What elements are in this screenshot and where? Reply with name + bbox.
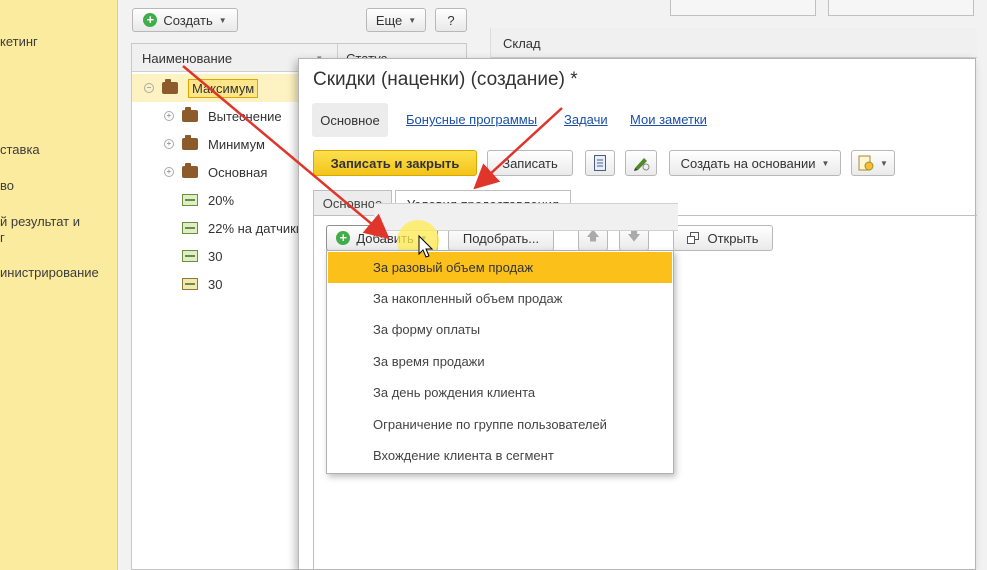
expand-icon[interactable]: + — [164, 139, 174, 149]
save-and-close-button[interactable]: Записать и закрыть — [313, 150, 477, 176]
sidebar-item-financial-result-line2[interactable]: г — [0, 230, 118, 246]
menu-item-one-time-volume[interactable]: За разовый объем продаж — [328, 252, 672, 283]
plus-icon: + — [336, 231, 351, 245]
document-list-button[interactable] — [585, 150, 615, 176]
sidebar-item-marketing[interactable]: кетинг — [0, 34, 118, 50]
menu-item-user-group-limit[interactable]: Ограничение по группе пользователей — [328, 409, 672, 440]
tab-main[interactable]: Основное — [312, 103, 388, 137]
chevron-down-icon: ▼ — [821, 158, 830, 168]
open-window-icon — [687, 232, 700, 244]
sidebar-item-administration[interactable]: инистрирование — [0, 265, 118, 281]
dialog-title: Скидки (наценки) (создание) * — [313, 69, 578, 90]
add-condition-menu: За разовый объем продаж За накопленный о… — [326, 250, 674, 474]
top-toolbar-button[interactable] — [828, 0, 974, 16]
row-label: Минимум — [208, 136, 265, 152]
sidebar-item-production[interactable]: во — [0, 178, 118, 194]
expand-icon[interactable]: + — [164, 111, 174, 121]
print-menu-button[interactable]: ▼ — [851, 150, 895, 176]
chevron-down-icon: ▼ — [218, 15, 227, 25]
create-button[interactable]: + Создать ▼ — [132, 8, 238, 32]
tab-tasks[interactable]: Задачи — [564, 112, 608, 127]
row-label: 30 — [208, 248, 223, 264]
edit-document-button[interactable] — [625, 150, 657, 176]
row-label: 30 — [208, 276, 223, 292]
row-label: Вытеснение — [208, 108, 282, 124]
discount-icon — [182, 278, 198, 290]
folder-icon — [182, 163, 198, 178]
more-label: Еще — [375, 12, 403, 28]
chevron-down-icon: ▼ — [408, 15, 417, 25]
sections-sidebar: кетинг ставка во й результат и г инистри… — [0, 0, 118, 570]
report-icon — [858, 155, 874, 171]
menu-item-client-birthday[interactable]: За день рождения клиента — [328, 377, 672, 408]
folder-icon — [182, 135, 198, 150]
more-button[interactable]: Еще ▼ — [366, 8, 426, 32]
details-header: Склад — [491, 28, 977, 58]
menu-item-payment-form[interactable]: За форму оплаты — [328, 314, 672, 345]
open-button[interactable]: Открыть — [673, 225, 773, 251]
create-based-on-button[interactable]: Создать на основании ▼ — [669, 150, 841, 176]
top-toolbar-button[interactable] — [670, 0, 816, 16]
discount-icon — [182, 222, 198, 234]
help-button[interactable]: ? — [435, 8, 467, 32]
plus-icon: + — [143, 13, 158, 27]
document-list-icon — [594, 155, 606, 171]
collapse-icon[interactable]: − — [144, 83, 154, 93]
row-label: 22% на датчики — [208, 220, 304, 236]
column-header-name[interactable]: Наименование — [142, 51, 232, 66]
folder-icon — [162, 79, 178, 94]
menu-item-accumulated-volume[interactable]: За накопленный объем продаж — [328, 283, 672, 314]
folder-icon — [182, 107, 198, 122]
column-header-warehouse[interactable]: Склад — [503, 36, 541, 51]
discount-icon — [182, 194, 198, 206]
create-label: Создать — [163, 12, 213, 28]
row-label: 20% — [208, 192, 235, 208]
row-label: Максимум — [188, 78, 259, 98]
save-button[interactable]: Записать — [487, 150, 573, 176]
pencil-icon — [634, 158, 650, 171]
sidebar-item-financial-result[interactable]: й результат и — [0, 214, 118, 230]
tab-my-notes[interactable]: Мои заметки — [630, 112, 707, 127]
chevron-down-icon: ▼ — [880, 158, 888, 168]
help-label: ? — [447, 12, 455, 28]
menu-item-sale-time[interactable]: За время продажи — [328, 346, 672, 377]
menu-item-client-segment[interactable]: Вхождение клиента в сегмент — [328, 440, 672, 471]
expand-icon[interactable]: + — [164, 167, 174, 177]
open-label: Открыть — [707, 230, 759, 246]
tab-bonus-programs[interactable]: Бонусные программы — [406, 112, 537, 127]
row-label: Основная — [208, 164, 268, 180]
sidebar-item-delivery[interactable]: ставка — [0, 142, 118, 158]
discount-icon — [182, 250, 198, 262]
create-based-on-label: Создать на основании — [680, 155, 816, 171]
